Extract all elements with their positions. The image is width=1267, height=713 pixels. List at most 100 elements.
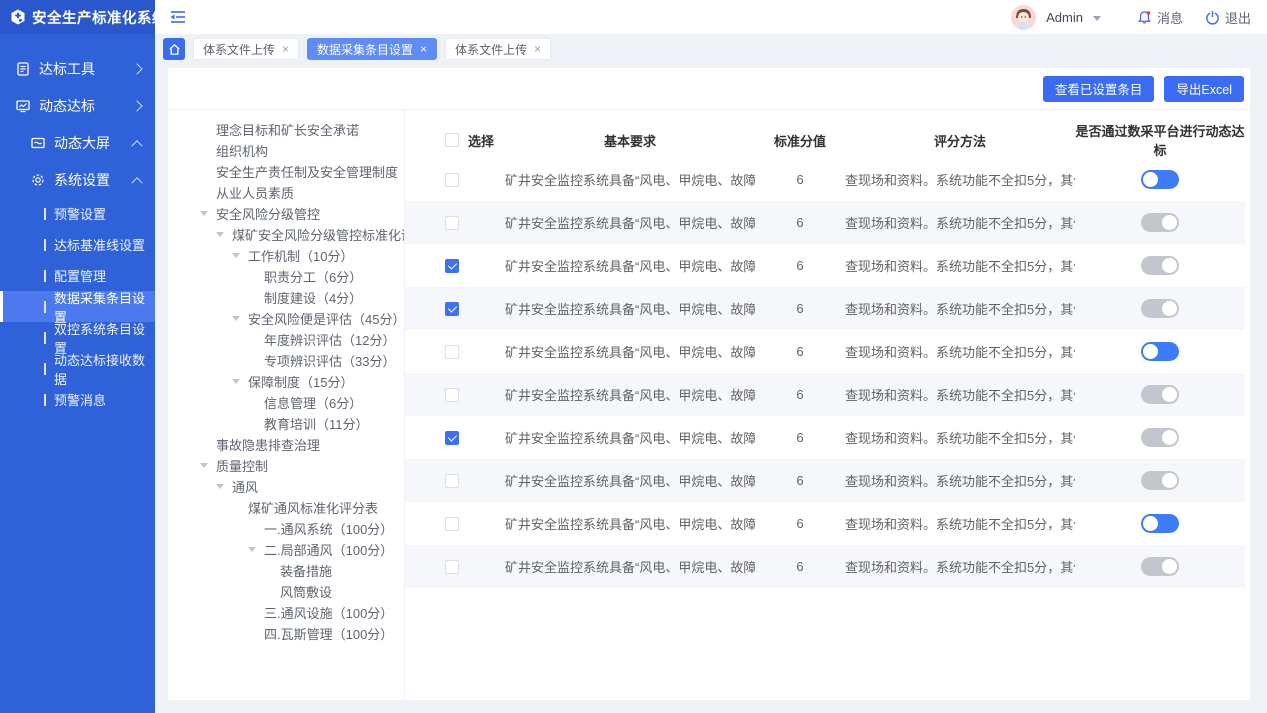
sidebar-item-10[interactable]: 预警消息 [0, 384, 155, 415]
main-area: Admin 消息 退出 体系文件上传× 数据采集条目设置× 体系文件上传× [155, 0, 1267, 713]
submenu-bar-icon [44, 301, 46, 313]
tab-close-icon[interactable]: × [420, 43, 427, 55]
logout-link[interactable]: 退出 [1205, 8, 1251, 27]
tab-0[interactable]: 体系文件上传× [193, 38, 299, 60]
tree-node-18[interactable]: 煤矿通风标准化评分表 [200, 497, 400, 518]
sidebar-item-5[interactable]: 达标基准线设置 [0, 229, 155, 260]
sidebar-item-3[interactable]: 系统设置 [0, 161, 155, 198]
row-checkbox[interactable] [445, 345, 459, 359]
tree-node-label: 煤矿安全风险分级管控标准化评分表 [232, 225, 405, 244]
tree-node-24[interactable]: 四.瓦斯管理（100分） [200, 623, 400, 644]
tree-node-21[interactable]: 装备措施 [200, 560, 400, 581]
sidebar-item-1[interactable]: 动态达标 [0, 87, 155, 124]
select-all-checkbox[interactable] [445, 133, 459, 147]
tree-expand-caret-icon[interactable] [200, 211, 216, 216]
dynamic-toggle[interactable] [1141, 170, 1179, 189]
row-checkbox[interactable] [445, 517, 459, 531]
sidebar-item-7[interactable]: 数据采集条目设置 [0, 291, 155, 322]
row-checkbox[interactable] [445, 388, 459, 402]
dynamic-toggle[interactable] [1141, 256, 1179, 275]
submenu-bar-icon [44, 332, 46, 344]
row-checkbox[interactable] [445, 302, 459, 316]
tree-expand-caret-icon[interactable] [248, 547, 264, 552]
tree-node-7[interactable]: 职责分工（6分） [200, 266, 400, 287]
tree-expand-caret-icon[interactable] [200, 463, 216, 468]
tab-close-icon[interactable]: × [534, 43, 541, 55]
tree-node-12[interactable]: 保障制度（15分） [200, 371, 400, 392]
tree-node-19[interactable]: 一.通风系统（100分） [200, 518, 400, 539]
avatar[interactable] [1011, 5, 1036, 30]
tree-expand-caret-icon[interactable] [216, 232, 232, 237]
export-excel-button[interactable]: 导出Excel [1164, 76, 1244, 102]
dynamic-toggle[interactable] [1141, 471, 1179, 490]
tree-node-14[interactable]: 教育培训（11分） [200, 413, 400, 434]
table-row: 矿井安全监控系统具备“风电、甲烷电、故障”闭锁及手...6查现场和资料。系统功能… [405, 416, 1245, 459]
view-set-items-button[interactable]: 查看已设置条目 [1043, 76, 1155, 102]
toggle-knob [1143, 344, 1158, 359]
tree-node-label: 装备措施 [280, 561, 332, 580]
chevron-down-icon[interactable] [1093, 16, 1101, 21]
tree-node-10[interactable]: 年度辨识评估（12分） [200, 329, 400, 350]
row-checkbox[interactable] [445, 173, 459, 187]
tree-expand-caret-icon[interactable] [232, 379, 248, 384]
tree-expand-caret-icon[interactable] [216, 484, 232, 489]
collapse-menu-icon[interactable] [169, 9, 187, 25]
sidebar-item-0[interactable]: 达标工具 [0, 50, 155, 87]
tree-node-1[interactable]: 组织机构 [200, 140, 400, 161]
dynamic-toggle[interactable] [1141, 428, 1179, 447]
chevron-right-icon [131, 100, 142, 111]
tree-node-5[interactable]: 煤矿安全风险分级管控标准化评分表 [200, 224, 400, 245]
tree-expand-caret-icon[interactable] [232, 253, 248, 258]
sidebar-item-9[interactable]: 动态达标接收数据 [0, 353, 155, 384]
app-title: 安全生产标准化系统 [32, 7, 167, 28]
sidebar-item-label: 达标基准线设置 [54, 235, 145, 254]
messages-link[interactable]: 消息 [1137, 8, 1183, 27]
sidebar-item-2[interactable]: 动态大屏 [0, 124, 155, 161]
row-select-cell [405, 173, 505, 187]
dynamic-toggle[interactable] [1141, 342, 1179, 361]
tab-close-icon[interactable]: × [282, 43, 289, 55]
tree-node-3[interactable]: 从业人员素质 [200, 182, 400, 203]
tree-node-11[interactable]: 专项辨识评估（33分） [200, 350, 400, 371]
tree-node-15[interactable]: 事故隐患排查治理 [200, 434, 400, 455]
table-row: 矿井安全监控系统具备“风电、甲烷电、故障”闭锁及手...6查现场和资料。系统功能… [405, 502, 1245, 545]
tree-node-22[interactable]: 风筒敷设 [200, 581, 400, 602]
table-row: 矿井安全监控系统具备“风电、甲烷电、故障”闭锁及手...6查现场和资料。系统功能… [405, 244, 1245, 287]
row-checkbox[interactable] [445, 216, 459, 230]
row-checkbox[interactable] [445, 431, 459, 445]
dynamic-toggle[interactable] [1141, 299, 1179, 318]
submenu-bar-icon [44, 239, 46, 251]
home-tab-button[interactable] [163, 38, 185, 60]
tree-node-17[interactable]: 通风 [200, 476, 400, 497]
tab-1[interactable]: 数据采集条目设置× [307, 38, 437, 60]
row-checkbox[interactable] [445, 474, 459, 488]
dynamic-toggle[interactable] [1141, 557, 1179, 576]
tree-node-6[interactable]: 工作机制（10分） [200, 245, 400, 266]
sidebar-item-6[interactable]: 配置管理 [0, 260, 155, 291]
sidebar-item-4[interactable]: 预警设置 [0, 198, 155, 229]
tree-node-9[interactable]: 安全风险便是评估（45分） [200, 308, 400, 329]
row-checkbox[interactable] [445, 560, 459, 574]
tree-node-16[interactable]: 质量控制 [200, 455, 400, 476]
tree-node-23[interactable]: 三.通风设施（100分） [200, 602, 400, 623]
row-checkbox[interactable] [445, 259, 459, 273]
requirement-cell: 矿井安全监控系统具备“风电、甲烷电、故障”闭锁及手... [505, 170, 755, 189]
toolbar: 查看已设置条目 导出Excel [168, 68, 1250, 110]
tree-node-20[interactable]: 二.局部通风（100分） [200, 539, 400, 560]
tree-node-8[interactable]: 制度建设（4分） [200, 287, 400, 308]
requirement-cell: 矿井安全监控系统具备“风电、甲烷电、故障”闭锁及手... [505, 213, 755, 232]
tree-node-label: 一.通风系统（100分） [264, 519, 393, 538]
tree-node-label: 二.局部通风（100分） [264, 540, 393, 559]
dynamic-toggle[interactable] [1141, 385, 1179, 404]
score-cell: 6 [755, 258, 845, 273]
sidebar-item-8[interactable]: 双控系统条目设置 [0, 322, 155, 353]
tree-node-13[interactable]: 信息管理（6分） [200, 392, 400, 413]
tab-2[interactable]: 体系文件上传× [445, 38, 551, 60]
tree-expand-caret-icon[interactable] [232, 316, 248, 321]
dynamic-toggle[interactable] [1141, 514, 1179, 533]
tree-node-4[interactable]: 安全风险分级管控 [200, 203, 400, 224]
tree-node-0[interactable]: 理念目标和矿长安全承诺 [200, 119, 400, 140]
dynamic-toggle[interactable] [1141, 213, 1179, 232]
user-menu[interactable]: Admin [1046, 10, 1083, 25]
tree-node-2[interactable]: 安全生产责任制及安全管理制度 [200, 161, 400, 182]
